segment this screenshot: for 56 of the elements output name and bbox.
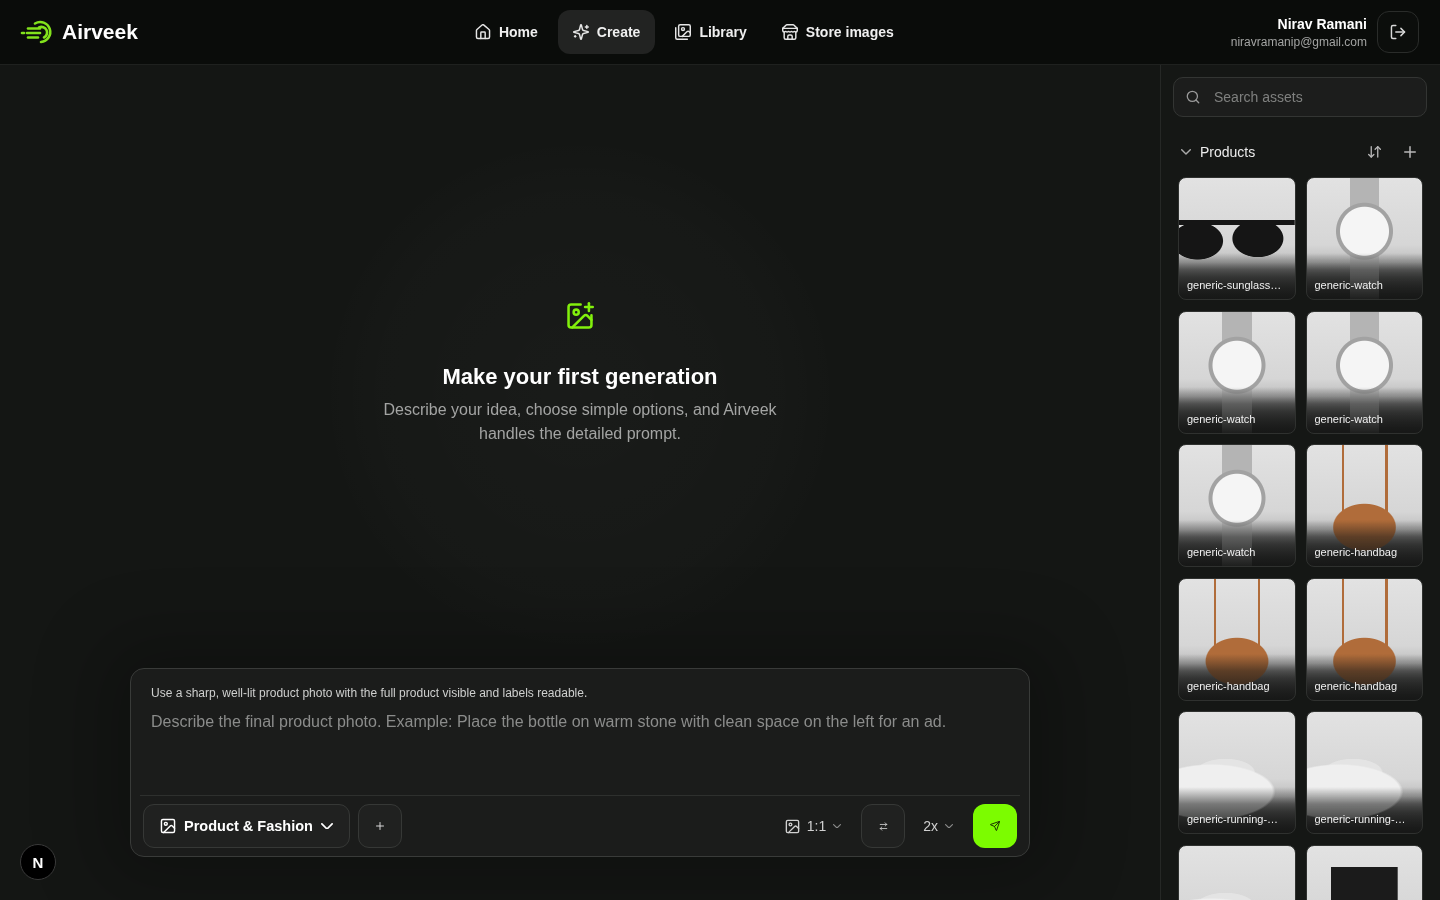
search-field[interactable]: Search assets	[1173, 77, 1427, 117]
user-email: niravramanip@gmail.com	[1230, 34, 1367, 49]
asset-name: generic-watch	[1187, 411, 1257, 426]
empty-state-description: Describe your idea, choose simple options, and Airveek handles the detailed prompt.	[382, 399, 778, 444]
images-icon	[675, 24, 692, 40]
photo-placeholder[interactable]: generic-watch	[1178, 444, 1296, 567]
chevron-down-icon	[833, 823, 842, 829]
asset-name: generic-handbag	[1314, 545, 1399, 559]
photo-placeholder[interactable]: generic-handbag	[1178, 577, 1296, 701]
asset-name: generic-handbag	[1187, 678, 1271, 693]
nav-tab[interactable]: Library	[660, 10, 762, 54]
asset-name: generic-handbag	[1314, 678, 1399, 693]
logout-button[interactable]	[1377, 11, 1419, 53]
asset-name: generic-watch	[1187, 545, 1257, 559]
photo-placeholder[interactable]: generic-running-…	[1305, 711, 1423, 834]
sparkles-icon	[572, 24, 589, 40]
asset-name: generic-watch	[1314, 278, 1384, 292]
aspect-ratio-dropdown[interactable]: 1:1	[778, 804, 848, 848]
asset-name: generic-running-…	[1187, 812, 1280, 826]
photo-placeholder[interactable]: generic-watch	[1305, 177, 1423, 300]
empty-state-title: Make your first generation	[442, 363, 718, 390]
count-dropdown[interactable]: 2x	[917, 804, 959, 848]
plus-icon	[375, 822, 384, 830]
prompt-box[interactable]	[130, 668, 1030, 857]
photo-placeholder[interactable]: generic-sunglass…	[1178, 177, 1296, 300]
send-icon	[990, 821, 1000, 831]
section-toggle[interactable]: Products	[1181, 144, 1256, 160]
nav-tab[interactable]: Home	[459, 10, 553, 54]
asset-name: generic-running-…	[1314, 812, 1407, 826]
store-icon	[781, 24, 798, 40]
photo-placeholder[interactable]: generic-running-…	[1178, 711, 1296, 834]
photo-placeholder[interactable]: generic-handbag	[1305, 577, 1423, 701]
home-icon	[474, 24, 491, 40]
logout-icon	[1390, 24, 1406, 40]
image-icon	[160, 818, 176, 834]
photo-placeholder[interactable]: generic-watch	[1178, 310, 1296, 434]
chevron-down-icon	[945, 823, 953, 829]
category-dropdown[interactable]: Product & Fashion	[143, 804, 350, 848]
asset-name: generic-watch	[1314, 411, 1384, 426]
sort-arrows-icon	[1367, 146, 1381, 158]
photo-placeholder[interactable]: generic-watch	[1305, 310, 1423, 434]
chevron-down-icon	[320, 822, 333, 830]
send-button[interactable]	[973, 804, 1017, 848]
user-name: Nirav Ramani	[1277, 15, 1367, 32]
image-plus-icon	[566, 301, 594, 330]
asset-name: generic-sunglass…	[1187, 278, 1283, 292]
image-icon	[784, 818, 800, 834]
photo-placeholder[interactable]: generic-handbag	[1305, 444, 1423, 567]
brand-name: Airveek	[62, 20, 138, 44]
swap-arrows-icon	[878, 821, 888, 831]
plus-icon	[1404, 146, 1416, 158]
prompt-hint: Use a sharp, well-lit product photo with the full product visible and labels readable.	[150, 685, 589, 701]
nav-tab[interactable]: Store images	[766, 10, 909, 54]
nav-tab[interactable]: Create	[557, 10, 656, 54]
search-icon	[1186, 90, 1200, 104]
prompt-input[interactable]: Describe the final product photo. Example: Place the bottle on warm stone with clean space on the left for an ad.	[131, 711, 1029, 795]
